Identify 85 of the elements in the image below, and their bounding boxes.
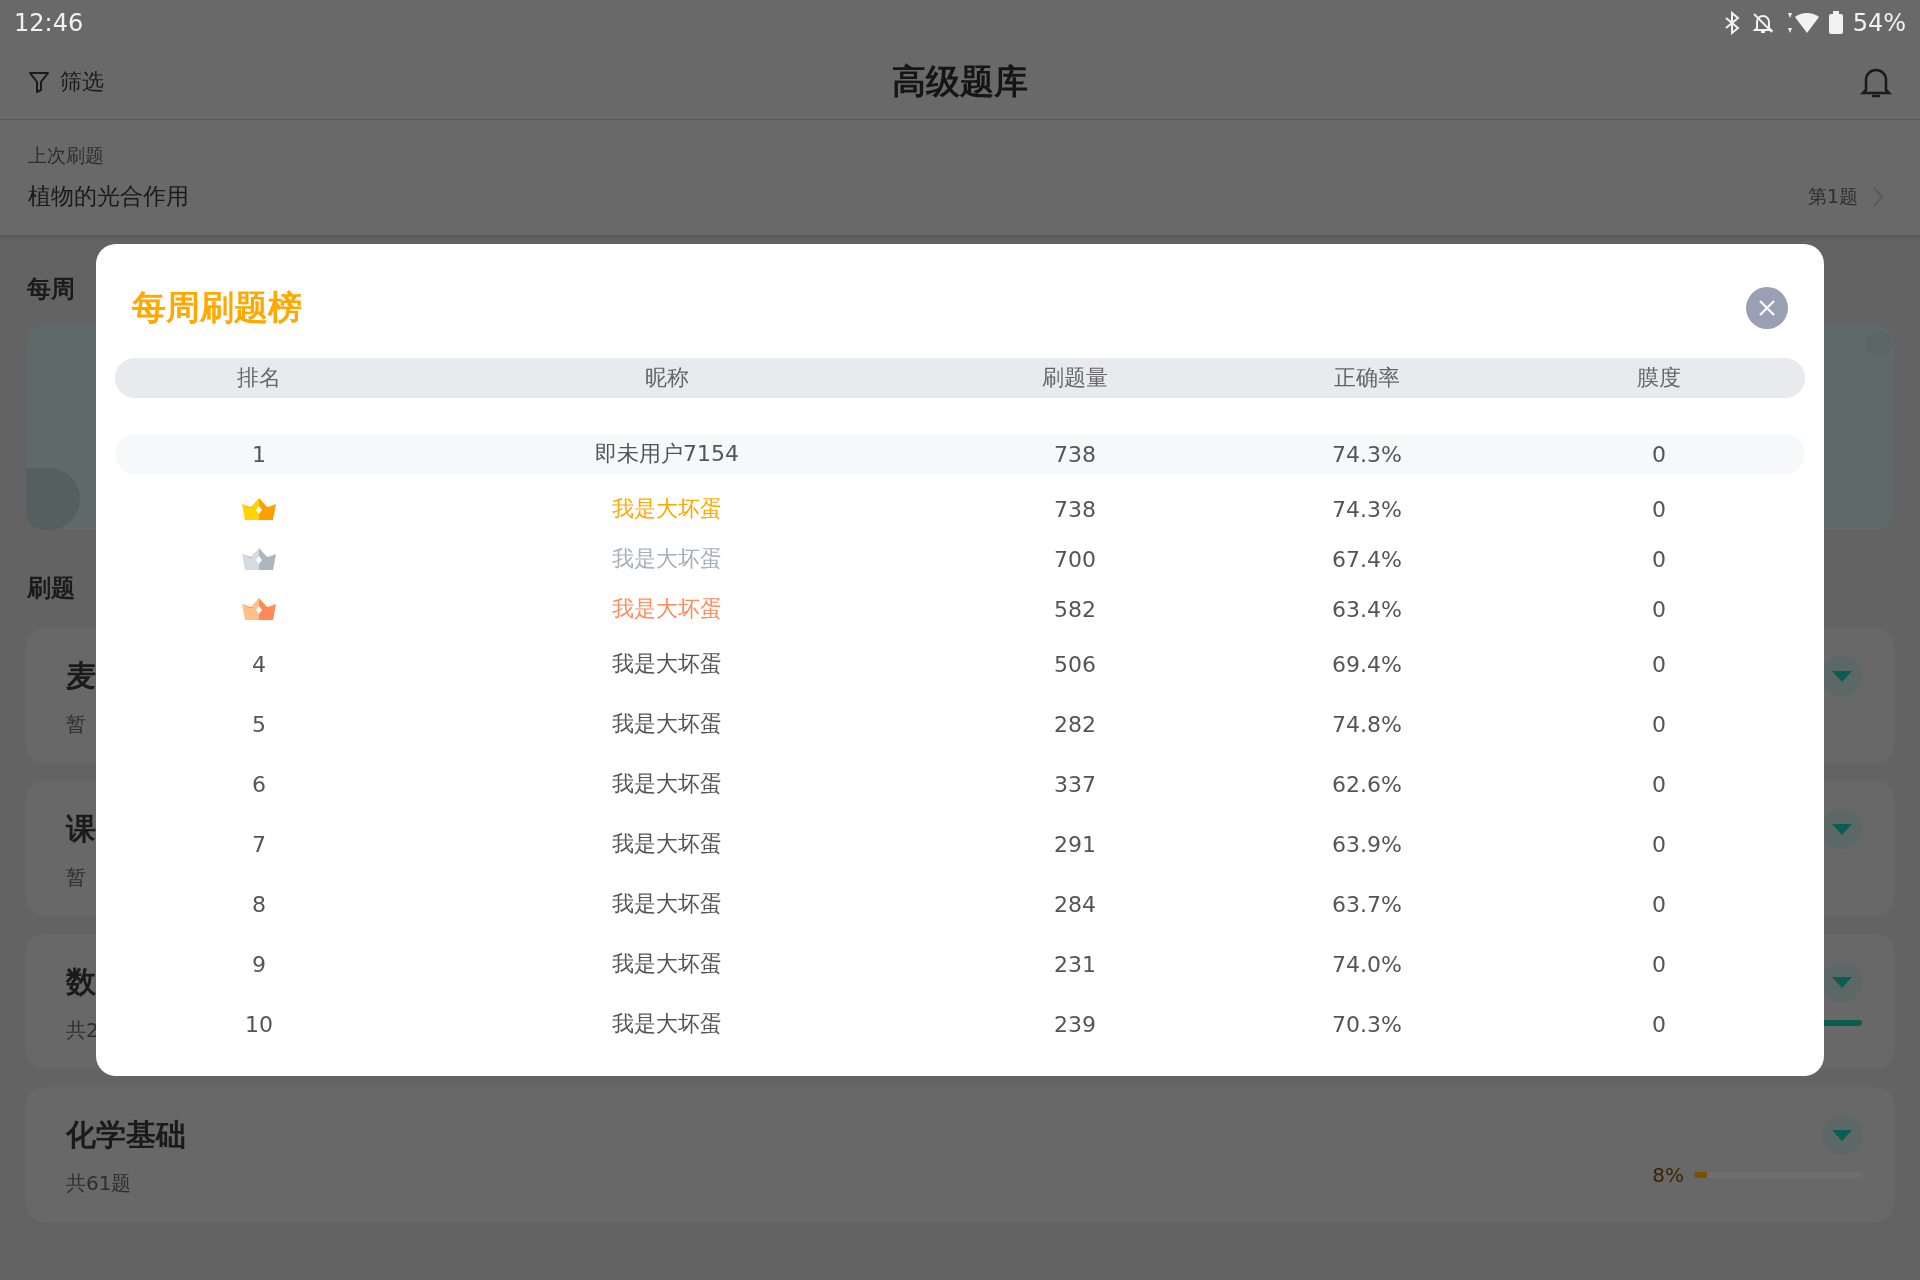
accuracy-rate: 74.3% xyxy=(1332,441,1402,467)
filter-icon[interactable] xyxy=(28,70,50,94)
column-header: 昵称 xyxy=(645,364,689,392)
section-title: 每周 xyxy=(27,274,75,305)
like-count: 0 xyxy=(1652,891,1666,917)
filter-button[interactable]: 筛选 xyxy=(60,67,104,97)
like-count: 0 xyxy=(1652,831,1666,857)
clock-time: 12:46 xyxy=(14,8,84,37)
rank-number: 10 xyxy=(245,1011,273,1037)
crown-icon xyxy=(242,498,276,520)
close-icon xyxy=(1758,299,1776,317)
dialog-title: 每周刷题榜 xyxy=(132,286,302,329)
last-practice-title: 植物的光合作用 xyxy=(28,182,189,211)
question-count: 282 xyxy=(1054,711,1096,737)
accuracy-rate: 62.6% xyxy=(1332,771,1402,797)
like-count: 0 xyxy=(1652,1011,1666,1037)
question-count: 239 xyxy=(1054,1011,1096,1037)
course-count: 共61题 xyxy=(66,1170,132,1197)
progress-percent: 8% xyxy=(1652,1163,1684,1187)
like-count: 0 xyxy=(1652,951,1666,977)
rank-number: 4 xyxy=(252,651,266,677)
crown-icon xyxy=(242,548,276,570)
course-card[interactable]: 化学基础 共61题 8% xyxy=(26,1087,1894,1222)
accuracy-rate: 69.4% xyxy=(1332,651,1402,677)
nickname: 即未用户7154 xyxy=(595,440,739,468)
accuracy-rate: 74.0% xyxy=(1332,951,1402,977)
crown-icon xyxy=(242,598,276,620)
column-header: 正确率 xyxy=(1334,364,1400,392)
column-header: 刷题量 xyxy=(1042,364,1108,392)
battery-icon xyxy=(1828,10,1843,35)
section-title: 刷题 xyxy=(27,573,75,604)
rank-number: 5 xyxy=(252,711,266,737)
question-count: 738 xyxy=(1054,496,1096,522)
nickname: 我是大坏蛋 xyxy=(612,890,722,918)
rank-number: 9 xyxy=(252,951,266,977)
last-practice-label: 上次刷题 xyxy=(28,143,105,168)
accuracy-rate: 74.3% xyxy=(1332,496,1402,522)
question-count: 700 xyxy=(1054,546,1096,572)
accuracy-rate: 63.9% xyxy=(1332,831,1402,857)
accuracy-rate: 74.8% xyxy=(1332,711,1402,737)
rank-number: 6 xyxy=(252,771,266,797)
like-count: 0 xyxy=(1652,651,1666,677)
accuracy-rate: 67.4% xyxy=(1332,546,1402,572)
rank-number: 1 xyxy=(252,441,266,467)
question-count: 738 xyxy=(1054,441,1096,467)
bell-muted-icon xyxy=(1750,10,1775,35)
column-header: 排名 xyxy=(237,364,281,392)
question-count: 284 xyxy=(1054,891,1096,917)
nickname: 我是大坏蛋 xyxy=(612,770,722,798)
column-header: 膜度 xyxy=(1637,364,1681,392)
question-count: 506 xyxy=(1054,651,1096,677)
nickname: 我是大坏蛋 xyxy=(612,650,722,678)
course-count: 暂 xyxy=(66,864,86,891)
course-title: 化学基础 xyxy=(66,1116,186,1154)
course-title: 课 xyxy=(66,810,96,848)
page-title: 高级题库 xyxy=(892,60,1028,103)
nickname: 我是大坏蛋 xyxy=(612,595,722,623)
course-title: 数 xyxy=(66,963,96,1001)
like-count: 0 xyxy=(1652,496,1666,522)
nickname: 我是大坏蛋 xyxy=(612,495,722,523)
accuracy-rate: 63.4% xyxy=(1332,596,1402,622)
like-count: 0 xyxy=(1652,546,1666,572)
question-count: 231 xyxy=(1054,951,1096,977)
close-button[interactable] xyxy=(1746,287,1788,329)
question-count: 582 xyxy=(1054,596,1096,622)
battery-percent: 54% xyxy=(1852,8,1906,37)
nickname: 我是大坏蛋 xyxy=(612,950,722,978)
like-count: 0 xyxy=(1652,771,1666,797)
nickname: 我是大坏蛋 xyxy=(612,710,722,738)
accuracy-rate: 70.3% xyxy=(1332,1011,1402,1037)
rank-number: 8 xyxy=(252,891,266,917)
course-title: 麦 xyxy=(66,657,96,695)
nickname: 我是大坏蛋 xyxy=(612,545,722,573)
last-practice-panel[interactable]: 上次刷题 植物的光合作用 第1题 xyxy=(0,120,1920,235)
like-count: 0 xyxy=(1652,596,1666,622)
accuracy-rate: 63.7% xyxy=(1332,891,1402,917)
rank-number: 7 xyxy=(252,831,266,857)
question-position: 第1题 xyxy=(1807,183,1858,209)
course-count: 暂 xyxy=(66,711,86,738)
like-count: 0 xyxy=(1652,441,1666,467)
question-count: 337 xyxy=(1054,771,1096,797)
nickname: 我是大坏蛋 xyxy=(612,830,722,858)
like-count: 0 xyxy=(1652,711,1666,737)
nickname: 我是大坏蛋 xyxy=(612,1010,722,1038)
question-count: 291 xyxy=(1054,831,1096,857)
